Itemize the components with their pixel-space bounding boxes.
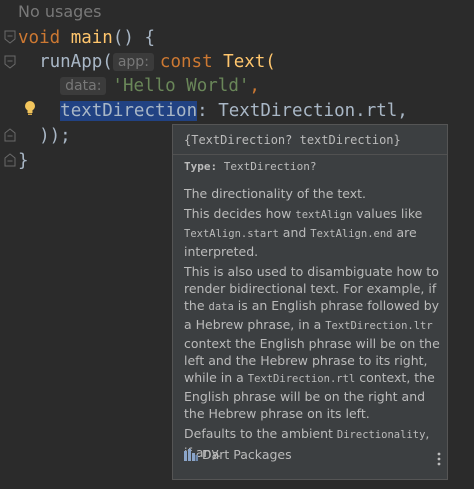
doc-code: TextDirection.ltr xyxy=(325,320,433,332)
parameter-hint: app: xyxy=(112,53,154,71)
code-text: )); xyxy=(39,126,71,146)
function-name: main xyxy=(70,28,113,48)
doc-code: data xyxy=(208,301,234,313)
doc-text: and xyxy=(278,225,311,240)
selected-identifier[interactable]: textDirection xyxy=(60,101,198,121)
more-options-icon[interactable] xyxy=(437,452,441,466)
class-name: Text( xyxy=(223,52,276,72)
dart-packages-icon xyxy=(184,448,198,461)
code-text: : TextDirection.rtl, xyxy=(197,101,408,121)
doc-code: textAlign xyxy=(295,209,353,221)
code-line[interactable]: )); xyxy=(18,124,71,148)
doc-paragraph: The directionality of the text. xyxy=(184,186,367,201)
doc-type-line: Type: TextDirection? xyxy=(184,158,316,176)
doc-paragraph: This is also used to disambiguate how to… xyxy=(184,263,440,422)
doc-text: values like xyxy=(352,206,423,221)
string-literal: 'Hello World' xyxy=(112,76,250,96)
doc-code: Directionality xyxy=(336,429,426,441)
keyword-const: const xyxy=(159,52,213,72)
fold-close-icon[interactable] xyxy=(4,153,16,167)
doc-signature: {TextDirection? textDirection} xyxy=(184,133,401,147)
doc-code: TextDirection.rtl xyxy=(247,373,356,385)
code-line[interactable]: void main() { xyxy=(18,26,155,50)
code-line[interactable]: data: 'Hello World', xyxy=(18,74,260,99)
doc-code: TextAlign.start xyxy=(184,228,279,240)
doc-type-label: Type: xyxy=(184,160,218,173)
code-text: () { xyxy=(112,28,156,48)
doc-text: Defaults to the ambient xyxy=(184,426,337,441)
fold-open-icon[interactable] xyxy=(4,30,16,44)
doc-footer-label[interactable]: Dart Packages xyxy=(202,447,292,462)
documentation-popup[interactable]: {TextDirection? textDirection} Type: Tex… xyxy=(172,124,448,480)
doc-code: TextAlign.end xyxy=(310,228,393,240)
code-line[interactable]: runApp(app: const Text( xyxy=(18,50,276,75)
fold-open-icon[interactable] xyxy=(4,55,16,69)
fold-close-icon[interactable] xyxy=(4,128,16,142)
code-text: runApp( xyxy=(39,52,113,72)
doc-footer-link[interactable]: Dart Packages xyxy=(184,447,292,462)
code-line[interactable]: } xyxy=(18,149,29,173)
code-line[interactable]: textDirection: TextDirection.rtl, xyxy=(18,99,408,123)
code-text: } xyxy=(18,151,29,171)
doc-divider xyxy=(173,154,447,155)
parameter-hint: data: xyxy=(60,77,107,95)
keyword-void: void xyxy=(18,28,61,48)
doc-body: The directionality of the text. This dec… xyxy=(184,185,440,464)
usages-hint[interactable]: No usages xyxy=(18,0,101,24)
code-text: , xyxy=(249,76,260,96)
doc-text: This decides how xyxy=(184,206,296,221)
doc-type-value: TextDirection? xyxy=(223,160,317,173)
doc-paragraph: This decides how textAlign values like T… xyxy=(184,205,440,260)
